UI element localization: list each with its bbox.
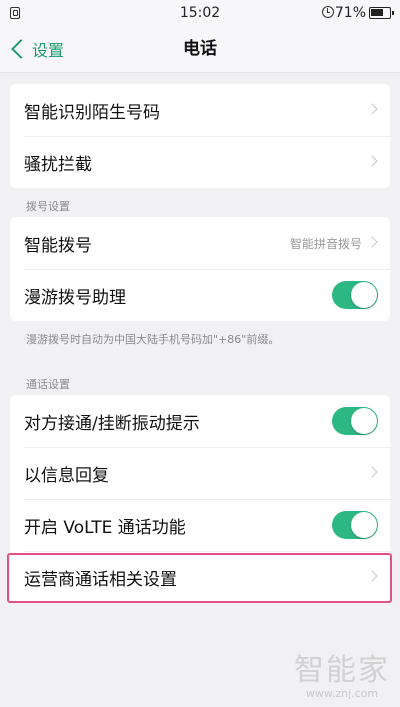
- row-volte: 开启 VoLTE 通话功能: [10, 499, 390, 551]
- chevron-right-icon: [366, 236, 378, 248]
- page-title: 电话: [183, 39, 217, 59]
- toggle-knob: [351, 408, 377, 434]
- watermark-url: www.znj.com: [305, 687, 379, 700]
- status-bar: 15:02 71%: [0, 0, 400, 26]
- battery-percent: 71%: [334, 5, 366, 21]
- section-header-dial: 拨号设置: [26, 200, 70, 213]
- row-value: 智能拼音拨号: [289, 236, 362, 251]
- section-header-call: 通话设置: [26, 378, 70, 391]
- roaming-note: 漫游拨号时自动为中国大陆手机号码加"+86"前缀。: [26, 333, 280, 346]
- row-label: 以信息回复: [24, 465, 109, 486]
- row-label: 运营商通话相关设置: [24, 569, 177, 590]
- alarm-icon: [322, 6, 334, 18]
- card-caller-id: 智能识别陌生号码 骚扰拦截: [10, 84, 390, 188]
- chevron-right-icon: [366, 466, 378, 478]
- row-label: 对方接通/挂断振动提示: [24, 413, 200, 434]
- row-reply-with-message[interactable]: 以信息回复: [10, 447, 390, 499]
- volte-toggle[interactable]: [332, 511, 378, 539]
- row-smart-dial[interactable]: 智能拨号 智能拼音拨号: [10, 217, 390, 269]
- row-carrier-call-settings[interactable]: 运营商通话相关设置: [10, 551, 390, 603]
- roaming-dial-toggle[interactable]: [332, 281, 378, 309]
- nav-bar: 设置 电话: [0, 26, 400, 73]
- row-vibrate-on-connect: 对方接通/挂断振动提示: [10, 395, 390, 447]
- row-label: 智能拨号: [24, 235, 92, 256]
- row-roaming-dial: 漫游拨号助理: [10, 269, 390, 321]
- battery-icon: [369, 7, 394, 19]
- row-label: 骚扰拦截: [24, 154, 92, 175]
- row-harassment-block[interactable]: 骚扰拦截: [10, 136, 390, 188]
- row-label: 漫游拨号助理: [24, 287, 126, 308]
- row-smart-identify[interactable]: 智能识别陌生号码: [10, 84, 390, 136]
- chevron-right-icon: [366, 570, 378, 582]
- chevron-right-icon: [366, 103, 378, 115]
- chevron-right-icon: [366, 155, 378, 167]
- toggle-knob: [351, 282, 377, 308]
- row-label: 开启 VoLTE 通话功能: [24, 517, 186, 538]
- toggle-knob: [351, 512, 377, 538]
- vibrate-toggle[interactable]: [332, 407, 378, 435]
- row-label: 智能识别陌生号码: [24, 102, 160, 123]
- watermark: 智能家 www.znj.com: [292, 645, 392, 700]
- watermark-title: 智能家: [294, 653, 390, 688]
- card-dial: 智能拨号 智能拼音拨号 漫游拨号助理: [10, 217, 390, 321]
- card-call: 对方接通/挂断振动提示 以信息回复 开启 VoLTE 通话功能 运营商通话相关设…: [10, 395, 390, 603]
